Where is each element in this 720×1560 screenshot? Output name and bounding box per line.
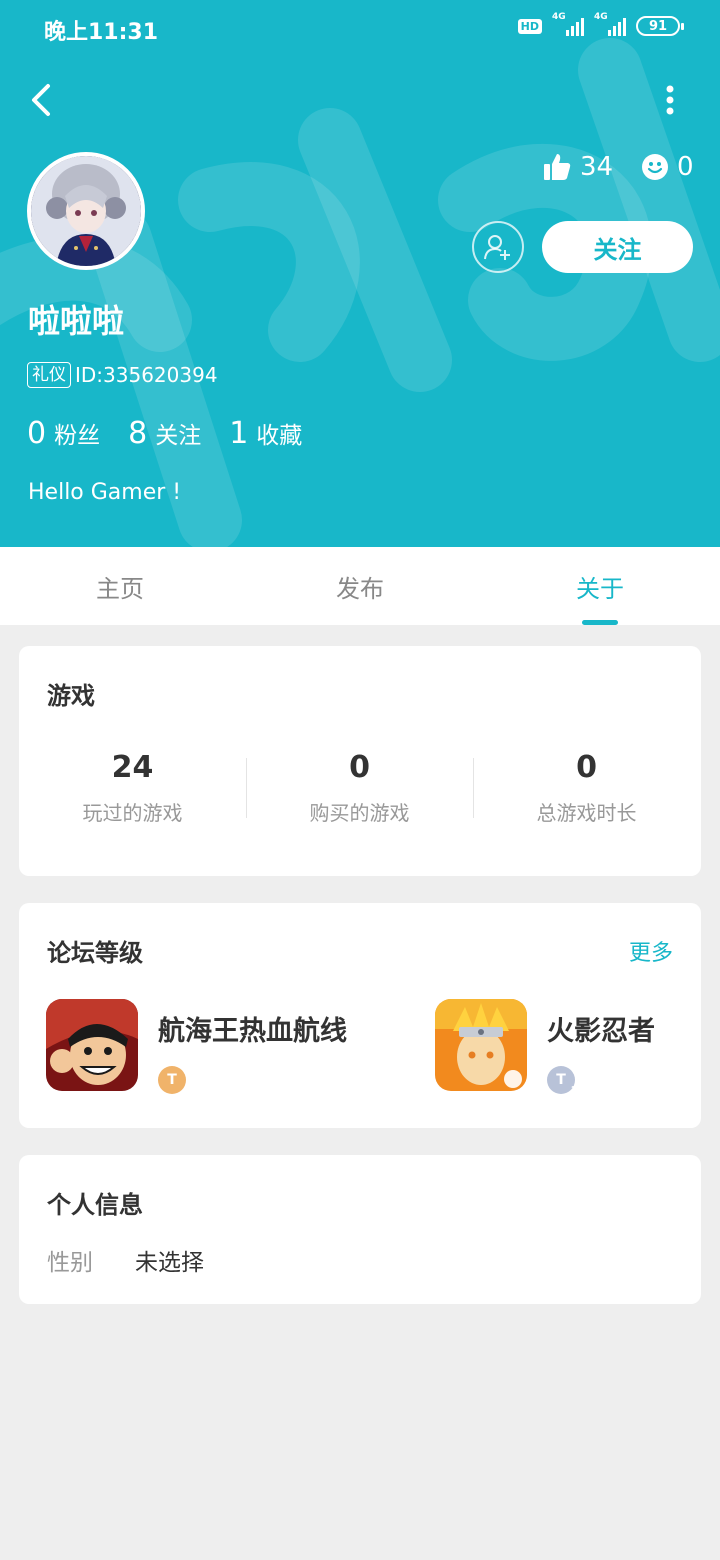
naruto-game-icon [435,999,527,1091]
smile-count-value: 0 [677,152,694,182]
gender-row: 性别 未选择 [47,1243,204,1277]
forum-name: 航海王热血航线 [158,1016,347,1047]
user-id: ID:335620394 [75,363,218,387]
gender-label: 性别 [47,1250,93,1276]
profile-tabs: 主页 发布 关于 [0,547,720,625]
gender-value: 未选择 [135,1250,204,1276]
tab-about[interactable]: 关于 [480,547,720,625]
rank-badge: 礼仪 [27,362,71,388]
status-icons: HD 4G 4G 91 [517,12,684,36]
games-card: 游戏 24 玩过的游戏 0 购买的游戏 0 总游戏时长 [19,646,701,876]
forum-level-card: 论坛等级 更多 航海王热血航线 T 4 火影忍者 T 2 [19,903,701,1128]
games-played-stat[interactable]: 24 玩过的游戏 [19,750,246,826]
user-id-row: 礼仪 ID:335620394 [27,362,218,388]
follow-counts: 0 粉丝 8 关注 1 收藏 [27,416,330,451]
battery-icon: 91 [636,16,684,36]
smile-icon [642,154,668,180]
forum-item-one-piece[interactable]: 航海王热血航线 T 4 [46,999,347,1096]
user-name: 啦啦啦 [28,302,125,340]
thumbs-up-icon [544,154,571,180]
tab-posts[interactable]: 发布 [240,547,480,625]
profile-header: 晚上11:31 HD 4G 4G 91 34 0 关注 啦啦啦 礼仪 ID:33… [0,0,720,547]
forum-item-naruto[interactable]: 火影忍者 T 2 [435,999,655,1096]
fans-count[interactable]: 0 粉丝 [27,416,100,451]
more-vertical-icon [666,85,674,115]
more-options-button[interactable] [652,78,688,122]
smile-count: 0 [641,152,694,182]
favorites-count[interactable]: 1 收藏 [229,416,302,451]
anime-avatar-image [31,156,141,266]
games-title: 游戏 [47,682,95,710]
signal-icon-2: 4G [594,12,626,36]
back-button[interactable] [24,78,64,122]
personal-info-title: 个人信息 [47,1191,143,1219]
status-bar: 晚上11:31 HD 4G 4G 91 [0,0,720,58]
following-count[interactable]: 8 关注 [128,416,201,451]
watermark-decoration [0,38,720,547]
level-badge-icon: T 2 [547,1066,578,1096]
avatar[interactable] [27,152,145,270]
one-piece-game-icon [46,999,138,1091]
level-badge-icon: T 4 [158,1066,189,1096]
like-count: 34 [542,152,613,182]
personal-info-card: 个人信息 性别 未选择 [19,1155,701,1304]
signal-icon: 4G [552,12,584,36]
like-count-value: 34 [580,152,614,182]
user-bio: Hello Gamer ! [28,480,182,505]
forum-name: 火影忍者 [547,1016,655,1047]
add-friend-button[interactable] [472,221,524,273]
forum-level-title: 论坛等级 [47,939,143,967]
chevron-left-icon [32,84,50,116]
tab-home[interactable]: 主页 [0,547,240,625]
hd-icon: HD [517,18,542,34]
games-purchased-stat[interactable]: 0 购买的游戏 [246,750,473,826]
follow-button[interactable]: 关注 [542,221,693,273]
user-plus-icon [484,235,510,260]
total-playtime-stat[interactable]: 0 总游戏时长 [473,750,700,826]
games-stats: 24 玩过的游戏 0 购买的游戏 0 总游戏时长 [19,750,701,826]
status-time: 晚上11:31 [44,20,159,45]
forum-more-link[interactable]: 更多 [629,935,673,967]
